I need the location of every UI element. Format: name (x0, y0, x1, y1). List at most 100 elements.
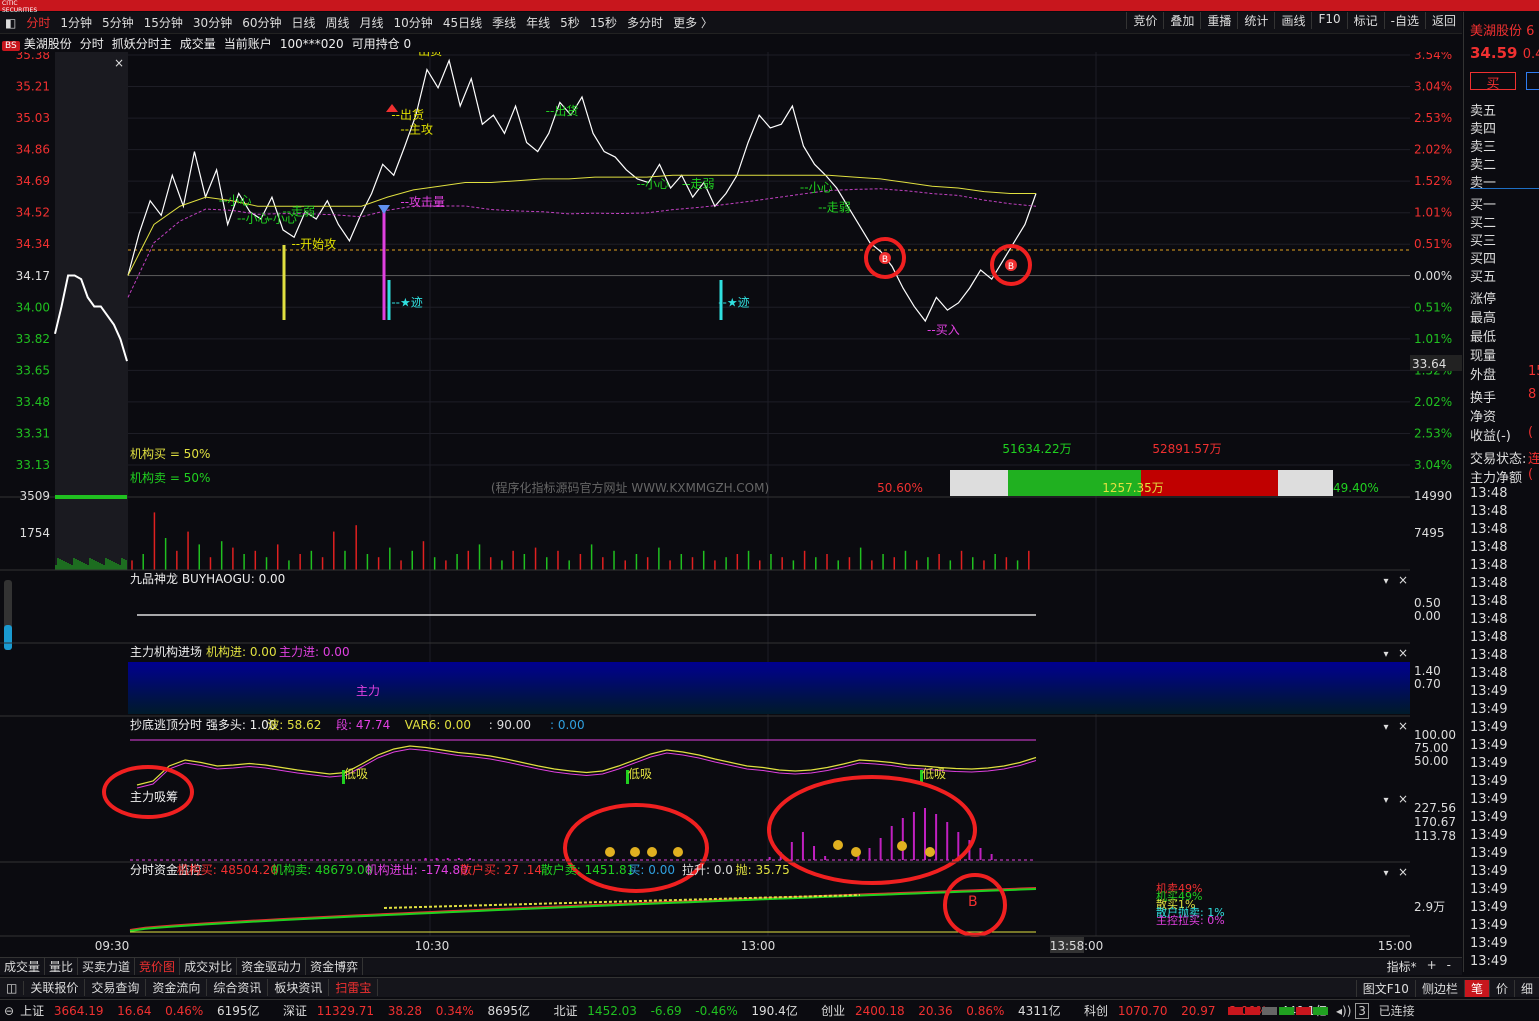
tab-auction[interactable]: 竞价图 (135, 958, 181, 975)
money-bag-icon (647, 847, 657, 857)
price-tick-label: 35.38 (16, 52, 50, 62)
tab-fund-drive[interactable]: 资金驱动力 (237, 958, 307, 975)
tool-draw[interactable]: 画线 (1274, 12, 1311, 29)
ask-row[interactable]: 卖三 (1470, 136, 1496, 155)
tab-minesweeper[interactable]: 扫雷宝 (329, 979, 379, 996)
bid-row[interactable]: 买一 (1470, 194, 1496, 213)
tab-deal-compare[interactable]: 成交对比 (180, 958, 238, 975)
bid-row[interactable]: 买三 (1470, 230, 1496, 249)
tab-5min[interactable]: 5分钟 (97, 14, 139, 31)
bid-row[interactable]: 买五 (1470, 266, 1496, 285)
sidebar-button[interactable]: 侧边栏 (1414, 979, 1464, 997)
price-button[interactable]: 价 (1488, 979, 1514, 997)
bar-top-left: 51634.22万 (1002, 442, 1071, 456)
price-tick-label: 33.65 (16, 363, 50, 377)
close-icon: × (1398, 646, 1408, 660)
tab-news[interactable]: 综合资讯 (207, 979, 269, 996)
panel5-tick: 2.9万 (1414, 900, 1445, 914)
pct-tick-label: 3.04% (1414, 80, 1452, 94)
add-indicator-button[interactable]: + (1422, 958, 1442, 975)
tab-15min[interactable]: 15分钟 (139, 14, 188, 31)
tab-volume[interactable]: 成交量 (0, 958, 46, 975)
close-icon: × (1398, 719, 1408, 733)
chart-annotation: --出货 (409, 52, 442, 58)
index-item[interactable]: 上证 3664.19 16.64 0.46% 6195亿 (20, 1004, 265, 1018)
indicator-controls: 指标* + - (1382, 958, 1456, 975)
tab-trade-query[interactable]: 交易查询 (85, 979, 147, 996)
tab-related-quote[interactable]: 关联报价 (24, 979, 86, 996)
pct-tick-label: 1.01% (1414, 332, 1452, 346)
tab-volume-ratio[interactable]: 量比 (45, 958, 79, 975)
tab-year[interactable]: 年线 (521, 14, 555, 31)
tab-quarter[interactable]: 季线 (487, 14, 521, 31)
close-icon: × (114, 56, 124, 70)
price-tick-label: 33.31 (16, 426, 50, 440)
tool-f10[interactable]: F10 (1311, 12, 1346, 29)
tick-button[interactable]: 笔 (1463, 979, 1489, 997)
pct-tick-label: 0.51% (1414, 300, 1452, 314)
tool-back[interactable]: 返回 (1424, 12, 1462, 29)
tick-time: 13:49 (1470, 918, 1508, 933)
tick-time: 13:48 (1470, 486, 1508, 501)
tab-multi-intraday[interactable]: 多分时 (622, 14, 668, 31)
tool-stats[interactable]: 统计 (1237, 12, 1274, 29)
tab-1min[interactable]: 1分钟 (55, 14, 97, 31)
tab-45day[interactable]: 45日线 (438, 14, 487, 31)
tab-15s[interactable]: 15秒 (585, 14, 622, 31)
f10-button[interactable]: 图文F10 (1355, 979, 1415, 997)
tick-time: 13:49 (1470, 720, 1508, 735)
tool-auction[interactable]: 竞价 (1126, 12, 1163, 29)
close-icon: × (1398, 792, 1408, 806)
tick-time: 13:48 (1470, 576, 1508, 591)
tool-overlay[interactable]: 叠加 (1163, 12, 1200, 29)
tool-mark[interactable]: 标记 (1346, 12, 1384, 29)
index-item[interactable]: 创业 2400.18 20.36 0.86% 4311亿 (821, 1004, 1066, 1018)
info-right: 图文F10 侧边栏 笔 价 细 (1355, 978, 1539, 998)
ask-row[interactable]: 卖四 (1470, 118, 1496, 137)
detail-button[interactable]: 细 (1513, 979, 1539, 997)
tab-30min[interactable]: 30分钟 (188, 14, 237, 31)
tab-intraday[interactable]: 分时 (21, 14, 55, 31)
remove-indicator-button[interactable]: - (1442, 958, 1456, 975)
tab-daily[interactable]: 日线 (286, 14, 320, 31)
bid-row[interactable]: 买二 (1470, 212, 1496, 231)
panel1-title: 九品神龙 BUYHAOGU: 0.00 (130, 572, 285, 586)
tick-time: 13:48 (1470, 630, 1508, 645)
panel3-tag: 低吸 (344, 767, 368, 781)
tab-weekly[interactable]: 周线 (321, 14, 355, 31)
ask-row[interactable]: 卖二 (1470, 154, 1496, 173)
tool-watchlist[interactable]: -自选 (1383, 12, 1425, 29)
index-item[interactable]: 深证 11329.71 38.28 0.34% 8695亿 (283, 1004, 536, 1018)
tab-monthly[interactable]: 月线 (355, 14, 389, 31)
chart-annotation: --★迹 (391, 295, 422, 309)
header-item: 分时 (79, 37, 104, 51)
pre-volume-top (55, 495, 127, 499)
tab-60min[interactable]: 60分钟 (237, 14, 286, 31)
tool-replay[interactable]: 重播 (1200, 12, 1237, 29)
pct-tick-label: 2.02% (1414, 395, 1452, 409)
index-item[interactable]: 北证 1452.03 -6.69 -0.46% 190.4亿 (553, 1004, 803, 1018)
tick-time: 13:49 (1470, 954, 1508, 969)
chart-annotation: --开始攻 (291, 237, 336, 251)
menu-icon[interactable]: ◧ (0, 16, 21, 30)
bid-row[interactable]: 买四 (1470, 248, 1496, 267)
market-strength-bar (1228, 1007, 1328, 1015)
tab-more[interactable]: 更多 〉 (668, 14, 718, 31)
tab-sector-news[interactable]: 板块资讯 (268, 979, 330, 996)
bs-badge[interactable]: BS (2, 41, 20, 51)
tab-10min[interactable]: 10分钟 (389, 14, 438, 31)
status-icon[interactable]: ⊖ (4, 1004, 14, 1018)
buy-button[interactable]: 买 (1470, 72, 1516, 92)
chart-area[interactable]: 35.38 3.54% 35.21 3.04% 35.03 2.53% 34.86 2.02%… (0, 52, 1462, 956)
tab-fund-game[interactable]: 资金博弈 (306, 958, 364, 975)
ask-row[interactable]: 卖五 (1470, 100, 1496, 119)
tab-5s[interactable]: 5秒 (555, 14, 585, 31)
header-item: 当前账户 (223, 37, 272, 51)
stat-row: 最低 (1470, 330, 1497, 345)
panel-icon[interactable]: ◫ (0, 980, 25, 995)
sell-button[interactable] (1526, 72, 1539, 90)
indicator-button[interactable]: 指标* (1382, 958, 1422, 975)
tab-fund-flow[interactable]: 资金流向 (146, 979, 208, 996)
tab-buy-sell-force[interactable]: 买卖力道 (78, 958, 136, 975)
panel2-tick: 0.70 (1414, 677, 1441, 691)
